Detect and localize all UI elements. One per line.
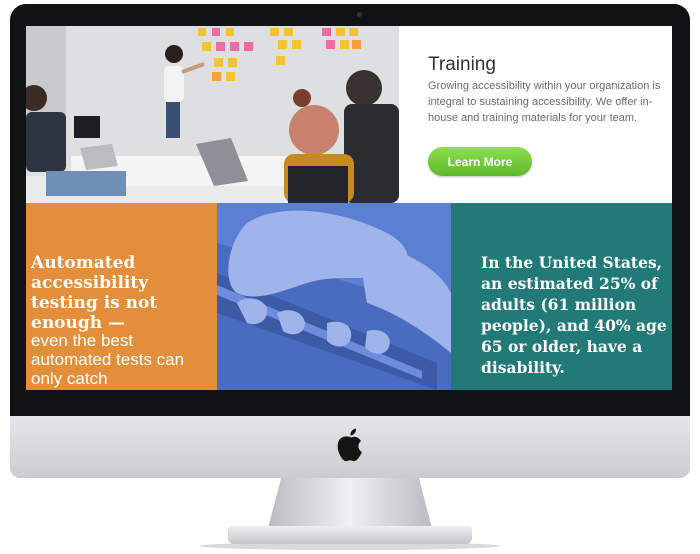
camera: [357, 12, 362, 17]
automated-testing-heading: Automated accessibility testing is not e…: [31, 253, 158, 333]
automated-testing-panel: Automated accessibility testing is not e…: [26, 203, 217, 390]
training-description: Growing accessibility within your organi…: [428, 80, 661, 124]
automated-testing-text: even the best automated tests can only c…: [31, 331, 185, 388]
disability-stats-text: In the United States, an estimated 25% o…: [481, 253, 667, 377]
braille-hands-illustration: [217, 203, 451, 390]
office-meeting-photo: [26, 26, 399, 203]
monitor-base: [228, 526, 472, 544]
disability-stats-panel: In the United States, an estimated 25% o…: [451, 203, 672, 390]
training-title: Training: [428, 54, 496, 75]
learn-more-button[interactable]: Learn More: [428, 147, 532, 176]
apple-logo-icon: [337, 428, 362, 462]
monitor-stand: [268, 478, 432, 528]
training-panel: Training Growing accessibility within yo…: [399, 26, 672, 203]
meeting-illustration: [26, 26, 399, 203]
monitor-screen: Training Growing accessibility within yo…: [26, 26, 672, 390]
braille-display-photo: [217, 203, 451, 390]
